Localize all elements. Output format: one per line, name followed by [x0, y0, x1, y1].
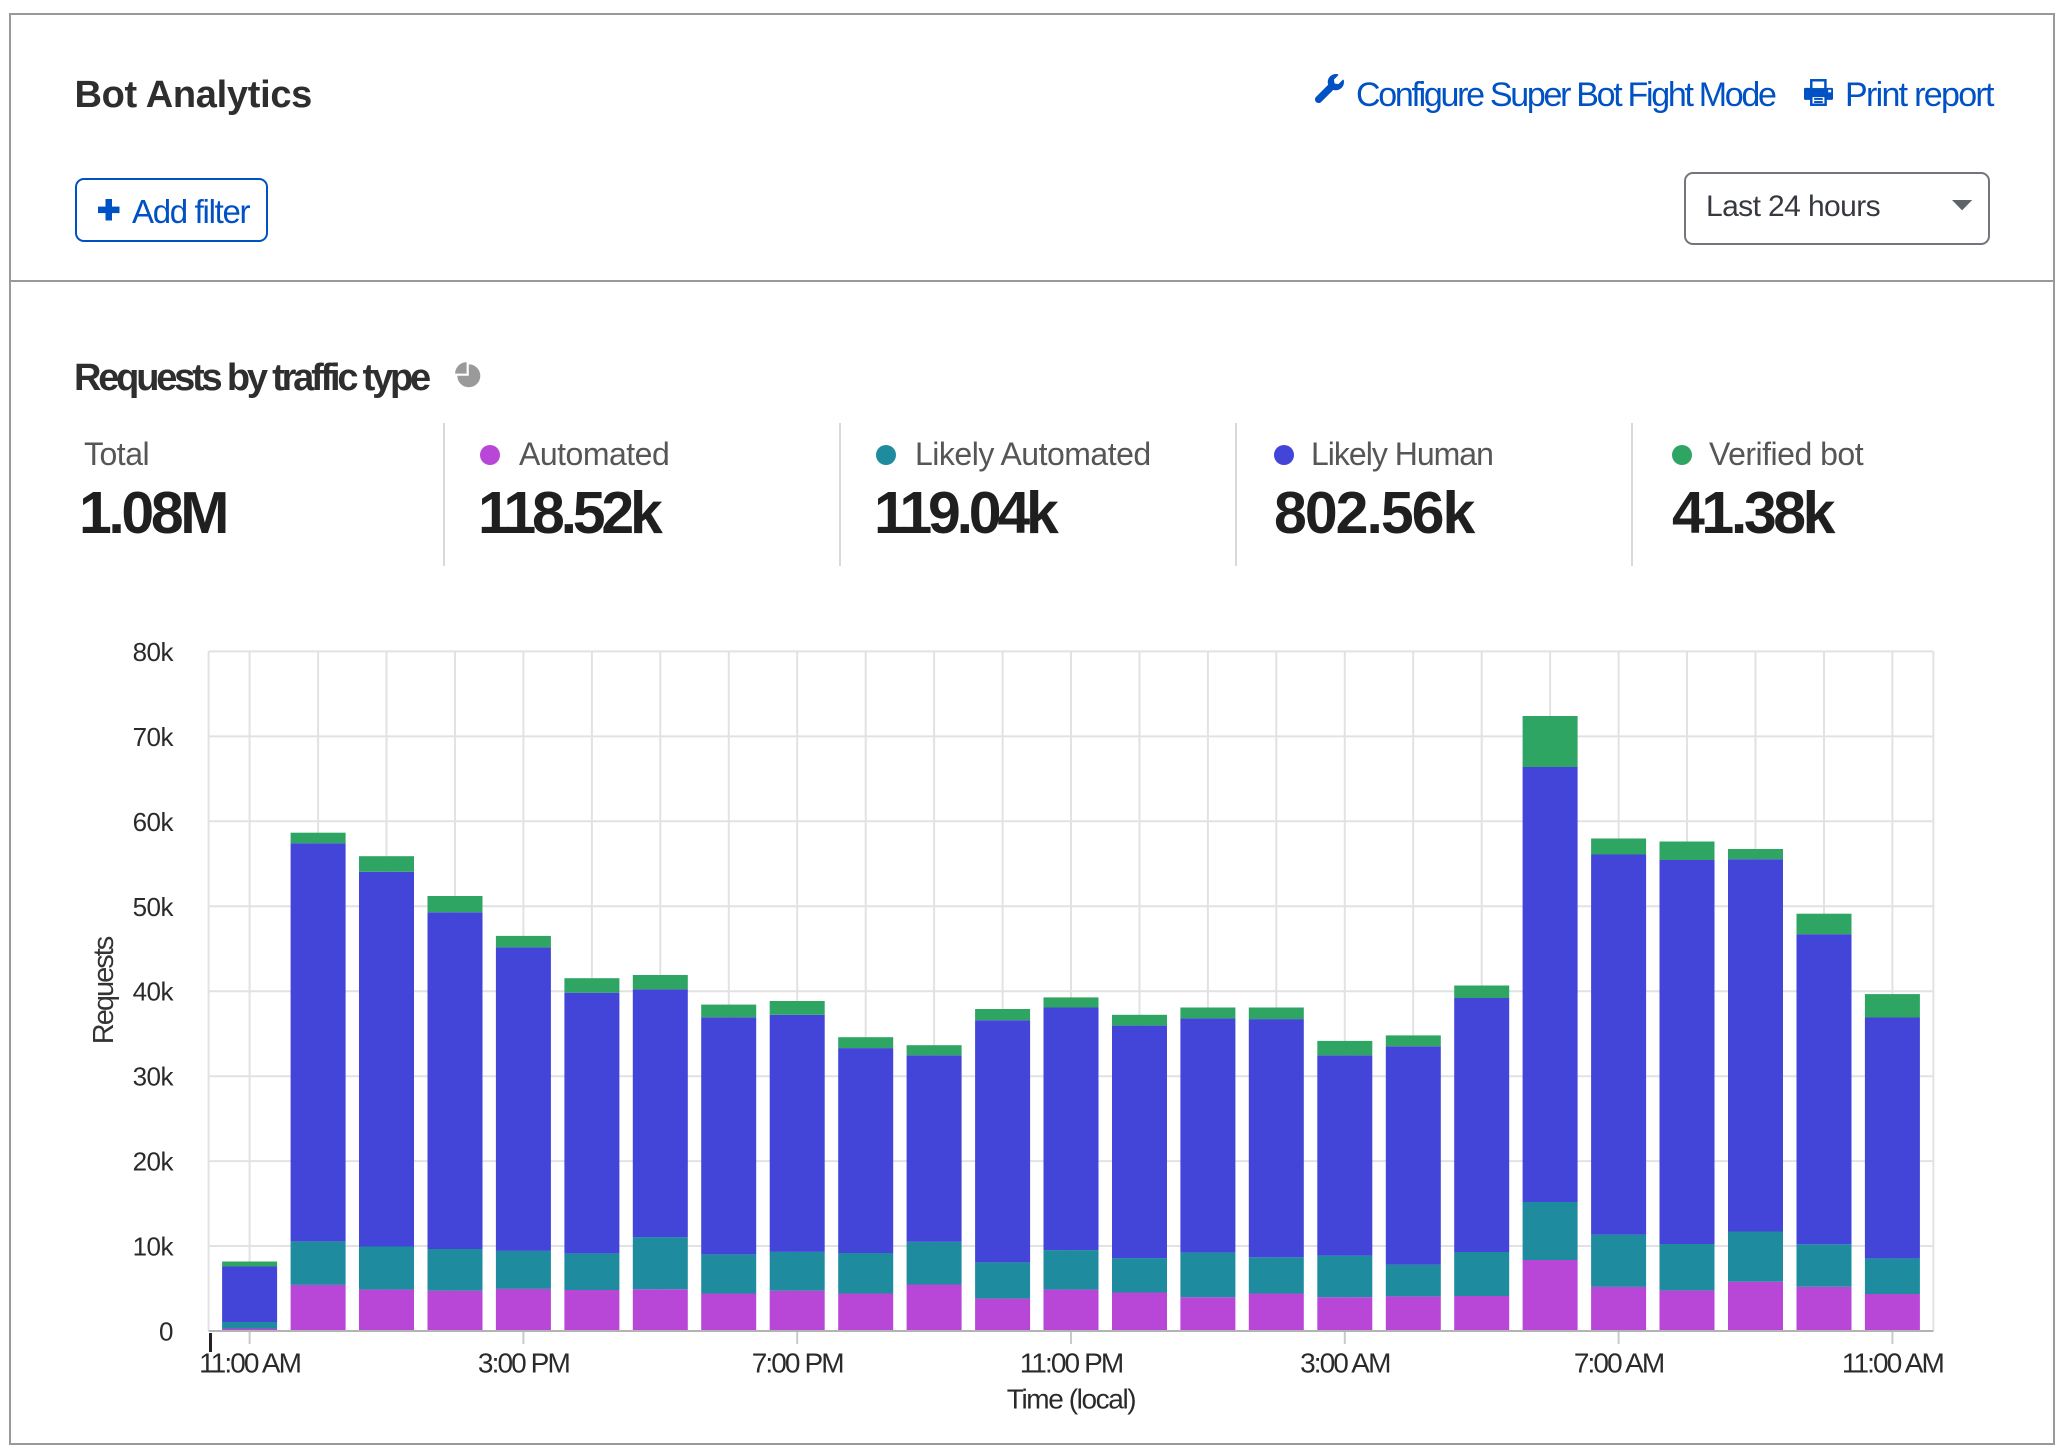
svg-text:0: 0: [159, 1317, 173, 1347]
svg-text:80k: 80k: [133, 637, 175, 667]
svg-text:20k: 20k: [133, 1147, 175, 1177]
svg-text:70k: 70k: [133, 722, 175, 752]
svg-text:7:00 AM: 7:00 AM: [1574, 1348, 1664, 1379]
svg-text:11:00 AM: 11:00 AM: [199, 1348, 301, 1379]
svg-text:10k: 10k: [133, 1232, 175, 1262]
svg-text:40k: 40k: [133, 977, 175, 1007]
svg-text:11:00 AM: 11:00 AM: [1842, 1348, 1944, 1379]
svg-text:7:00 PM: 7:00 PM: [752, 1348, 844, 1379]
svg-text:Time (local): Time (local): [1007, 1384, 1135, 1415]
svg-text:60k: 60k: [133, 807, 175, 837]
svg-text:3:00 PM: 3:00 PM: [478, 1348, 570, 1379]
svg-text:Requests: Requests: [88, 936, 120, 1044]
svg-text:11:00 PM: 11:00 PM: [1020, 1348, 1123, 1379]
svg-text:50k: 50k: [133, 892, 175, 922]
svg-text:30k: 30k: [133, 1062, 175, 1092]
svg-text:3:00 AM: 3:00 AM: [1300, 1348, 1390, 1379]
